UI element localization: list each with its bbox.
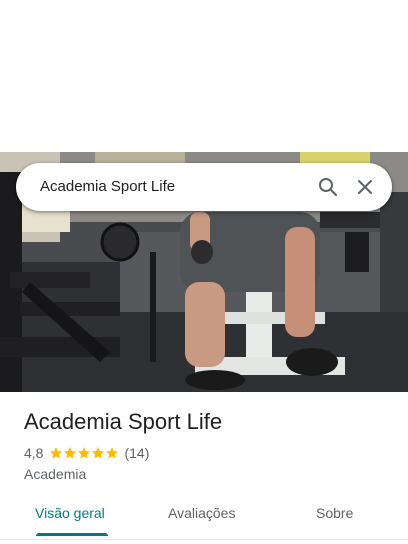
star-icon	[64, 447, 77, 459]
place-title: Academia Sport Life	[24, 409, 223, 434]
tabs-divider	[0, 539, 408, 540]
active-tab-indicator	[36, 533, 108, 536]
map-blank-area	[0, 0, 408, 152]
tab-about[interactable]: Sobre	[316, 504, 353, 522]
star-icon	[50, 447, 63, 459]
star-icon	[92, 447, 105, 459]
search-input[interactable]: Academia Sport Life	[40, 177, 175, 197]
rating-row[interactable]: 4,8 (14)	[24, 444, 149, 462]
search-icon[interactable]	[316, 175, 340, 199]
tab-overview[interactable]: Visão geral	[35, 504, 105, 522]
place-tabs: Visão geral Avaliações Sobre	[0, 496, 408, 536]
close-icon[interactable]	[353, 175, 377, 199]
star-icon	[106, 447, 119, 459]
tab-reviews[interactable]: Avaliações	[168, 504, 235, 522]
review-count[interactable]: (14)	[124, 445, 149, 461]
rating-stars	[49, 446, 119, 460]
star-icon	[78, 447, 91, 459]
rating-value: 4,8	[24, 445, 44, 461]
place-category: Academia	[24, 466, 87, 482]
search-bar[interactable]: Academia Sport Life	[16, 163, 392, 211]
